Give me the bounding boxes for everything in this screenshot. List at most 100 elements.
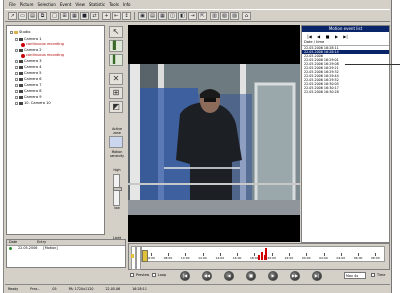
event-nav: |◀ ◀ ■ ▶ ▶| [302, 32, 389, 40]
expand-icon[interactable] [15, 38, 18, 41]
record-icon[interactable]: ◫ [168, 12, 177, 20]
high-label: high [113, 168, 121, 172]
stats-alt-icon[interactable]: ▨ [230, 12, 239, 20]
flip-icon[interactable]: ⇄ [90, 12, 99, 20]
menu-view[interactable]: View [75, 2, 85, 8]
expand-icon[interactable] [15, 78, 18, 81]
expand-icon[interactable] [15, 49, 18, 52]
layout-4-icon[interactable]: ⊞ [60, 12, 69, 20]
stop-event-button[interactable]: ■ [324, 34, 331, 39]
expand-icon[interactable] [15, 90, 18, 93]
tree-item-camera-9[interactable]: Camera 9 [15, 95, 42, 100]
time-checkbox[interactable] [371, 273, 375, 277]
loop-checkbox[interactable] [152, 273, 156, 277]
status-bar: Ready Prez... 05 PA: 1720x1120 22.05.06 … [5, 284, 390, 292]
slider-knob[interactable] [113, 187, 122, 191]
video-frame[interactable] [128, 25, 300, 242]
active-zone-label: Active zone [112, 127, 122, 135]
zone-edit-icon[interactable]: ▍ [109, 54, 123, 66]
collapse-icon[interactable] [10, 31, 13, 34]
stop-button[interactable]: ■ [246, 271, 256, 281]
menu-picture[interactable]: Picture [20, 2, 34, 8]
expand-icon[interactable] [15, 84, 18, 87]
tree-root[interactable]: Studio [10, 30, 30, 35]
play-button[interactable]: ▶ [268, 271, 278, 281]
skip-end-button[interactable]: ▶| [312, 271, 322, 281]
select-icon[interactable]: ↕ [122, 12, 131, 20]
zoom-in-icon[interactable]: + [102, 12, 111, 20]
expand-icon[interactable] [15, 102, 18, 105]
info-icon[interactable]: ▥ [210, 12, 219, 20]
rewind-button[interactable]: ◀◀ [202, 271, 212, 281]
tree-item-camera-6[interactable]: Camera 6 [15, 77, 42, 82]
time-label: Time [377, 273, 386, 277]
status-dot-icon [9, 247, 12, 250]
pointer-tool-icon[interactable]: ↖ [109, 26, 123, 38]
preview-checkbox[interactable] [130, 273, 134, 277]
menu-event[interactable]: Event [60, 2, 71, 8]
copy-icon[interactable]: ⧉ [38, 12, 47, 20]
tree-item-recording-1[interactable]: continuous recording [21, 42, 64, 47]
camera-icon[interactable]: ▣ [138, 12, 147, 20]
sensitivity-slider[interactable] [113, 174, 122, 206]
expand-icon[interactable] [15, 60, 18, 63]
prev-event-button[interactable]: ◀ [315, 34, 322, 39]
fast-forward-button[interactable]: ▶▶ [290, 271, 300, 281]
last-event-button[interactable]: ▶| [342, 34, 349, 39]
camera-icon [19, 84, 23, 87]
menu-tools[interactable]: Tools [109, 2, 119, 8]
menu-selection[interactable]: Selection [37, 2, 55, 8]
layout-9-icon[interactable]: ▦ [70, 12, 79, 20]
layout-16-icon[interactable]: ■ [80, 12, 89, 20]
timeline-track[interactable]: 06:00 08:00 10:00 12:00 14:00 16:00 18:00 20:00… [141, 246, 385, 262]
status-time: 16:28:11 [132, 287, 147, 291]
export-icon[interactable]: ⇱ [198, 12, 207, 20]
timeline-cursor[interactable] [142, 250, 148, 262]
save-icon[interactable]: ▭ [18, 12, 27, 20]
timeline[interactable]: 06:00 08:00 10:00 12:00 14:00 16:00 18:00 20:00… [128, 243, 390, 270]
grid-alt-icon[interactable]: ▦ [158, 12, 167, 20]
layout-1-icon[interactable]: □ [50, 12, 59, 20]
first-event-button[interactable]: |◀ [306, 34, 313, 39]
tree-item-camera-10[interactable]: 10. Camera 10 [15, 101, 51, 106]
zone-grid-icon[interactable]: ⊞ [109, 87, 123, 99]
log-row[interactable]: 22.05.2006 [Motion] [7, 246, 125, 251]
camera-icon [19, 72, 23, 75]
help-icon[interactable]: ⌂ [242, 12, 251, 20]
next-event-button[interactable]: ▶ [333, 34, 340, 39]
menu-file[interactable]: File [9, 2, 16, 8]
speed-select[interactable]: Max 4x [344, 272, 366, 279]
active-zone-indicator[interactable] [109, 136, 123, 148]
stats-icon[interactable]: ▧ [220, 12, 229, 20]
tree-item-camera-4[interactable]: Camera 4 [15, 65, 42, 70]
tree-item-camera-8[interactable]: Camera 8 [15, 89, 42, 94]
step-back-button[interactable]: ◀ [224, 271, 234, 281]
timeline-event-mark[interactable] [265, 248, 268, 260]
open-icon[interactable]: ↗ [8, 12, 17, 20]
tree-item-recording-2[interactable]: continuous recording [21, 53, 64, 58]
zone-tool-icon[interactable]: ▌ [109, 40, 123, 52]
menu-info[interactable]: Info [123, 2, 131, 8]
tree-item-label: continuous recording [26, 53, 64, 57]
tree-item-camera-7[interactable]: Camera 7 [15, 83, 42, 88]
camera-image [128, 64, 300, 215]
tree-item-camera-3[interactable]: Camera 3 [15, 59, 42, 64]
timeline-event-mark[interactable] [260, 252, 263, 260]
expand-icon[interactable] [15, 66, 18, 69]
tree-item-camera-5[interactable]: Camera 5 [15, 71, 42, 76]
delete-zone-icon[interactable]: ✕ [109, 73, 123, 85]
log-table: Date Entry 22.05.2006 [Motion] [6, 239, 126, 268]
zone-fill-icon[interactable]: ◩ [109, 101, 123, 113]
grid-icon[interactable]: ▤ [148, 12, 157, 20]
expand-icon[interactable] [15, 96, 18, 99]
marker-icon[interactable]: ◧ [178, 12, 187, 20]
menu-statistic[interactable]: Statistic [89, 2, 105, 8]
event-rows: 22.05.2006 16:28:11 22.05.2006 16:28:14 22… [302, 46, 389, 94]
expand-icon[interactable] [15, 72, 18, 75]
event-row[interactable]: 22.05.2006 16:30:28 [302, 90, 389, 94]
playback-controls: Preview Loop |◀ ◀◀ ◀ ■ ▶ ▶▶ ▶| Max 4x Ti… [128, 270, 390, 283]
cut-icon[interactable]: ⇥ [188, 12, 197, 20]
skip-start-button[interactable]: |◀ [180, 271, 190, 281]
zoom-out-icon[interactable]: ⇤ [112, 12, 121, 20]
print-icon[interactable]: ▤ [28, 12, 37, 20]
